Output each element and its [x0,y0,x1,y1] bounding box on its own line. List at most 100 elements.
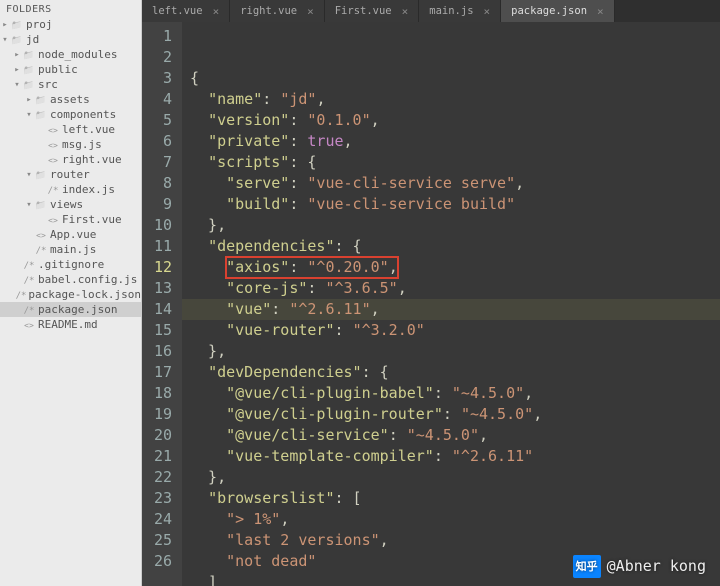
tree-item[interactable]: ▾ jd [0,32,141,47]
tree-label: package-lock.json [26,288,141,301]
tree-item[interactable]: babel.config.js [0,272,141,287]
tree-item[interactable]: ▾router [0,167,141,182]
folder-icon [22,63,36,76]
code-line[interactable]: "vue-router": "^3.2.0" [182,320,720,341]
close-icon[interactable]: × [307,5,314,18]
code-line[interactable]: "name": "jd", [182,89,720,110]
tab[interactable]: main.js × [419,0,501,22]
tree-item[interactable]: ▸proj [0,17,141,32]
token: : [434,447,452,465]
code-line[interactable]: "@vue/cli-plugin-babel": "~4.5.0", [182,383,720,404]
folder-icon [22,78,36,91]
tab[interactable]: right.vue× [230,0,325,22]
code-line[interactable]: "@vue/cli-plugin-router": "~4.5.0", [182,404,720,425]
tree-label: package.json [36,303,117,316]
tab-label: main.js [429,5,473,17]
code-line[interactable]: }, [182,467,720,488]
close-icon[interactable]: × [597,5,604,18]
tree-label: babel.config.js [36,273,137,286]
token: "not dead" [226,552,316,570]
token: "^2.6.11" [452,447,533,465]
close-icon[interactable]: × [402,5,409,18]
code-area[interactable]: { "name": "jd", "version": "0.1.0", "pri… [182,22,720,586]
editor[interactable]: 1234567891011121314151617181920212223242… [142,22,720,586]
tree-item[interactable]: left.vue [0,122,141,137]
code-line[interactable]: "@vue/cli-service": "~4.5.0", [182,425,720,446]
tree-item[interactable]: package-lock.json [0,287,141,302]
file-icon [22,258,36,271]
code-line[interactable]: "last 2 versions", [182,530,720,551]
token: : { [335,237,362,255]
token: { [190,69,199,87]
token: "dependencies" [208,237,334,255]
token: "^3.6.5" [325,279,397,297]
code-line[interactable]: "private": true, [182,131,720,152]
js-icon [46,153,60,166]
tree-arrow-icon: ▾ [0,35,10,45]
token [190,279,226,297]
line-number: 20 [142,425,182,446]
tree-item[interactable]: package.json [0,302,141,317]
folder-icon [34,198,48,211]
tree-item[interactable]: ▾components [0,107,141,122]
tree-item[interactable]: App.vue [0,227,141,242]
tree-item[interactable]: ▾views [0,197,141,212]
line-number: 3 [142,68,182,89]
code-line[interactable]: "scripts": { [182,152,720,173]
token [190,153,208,171]
tree-item[interactable]: .gitignore [0,257,141,272]
code-line[interactable]: "> 1%", [182,509,720,530]
line-number: 23 [142,488,182,509]
line-number: 9 [142,194,182,215]
code-line[interactable]: }, [182,215,720,236]
tree-item[interactable]: ▾src [0,77,141,92]
token: "private" [208,132,289,150]
line-number: 5 [142,110,182,131]
token: : [307,279,325,297]
code-line[interactable]: "vue": "^2.6.11", [182,299,720,320]
token [190,258,226,276]
tree-item[interactable]: ▸node_modules [0,47,141,62]
code-line[interactable]: { [182,68,720,89]
token: , [515,174,524,192]
code-line[interactable]: }, [182,341,720,362]
line-number: 1 [142,26,182,47]
tree-label: index.js [60,183,115,196]
tab[interactable]: package.json× [501,0,614,22]
folder-icon [34,168,48,181]
tab[interactable]: First.vue× [325,0,420,22]
tree-item[interactable]: ▸assets [0,92,141,107]
tree-item[interactable]: main.js [0,242,141,257]
tree-item[interactable]: msg.js [0,137,141,152]
close-icon[interactable]: × [484,5,491,18]
tree-label: README.md [36,318,98,331]
tree-item[interactable]: ▸public [0,62,141,77]
tree-item[interactable]: index.js [0,182,141,197]
line-number: 6 [142,131,182,152]
token: : { [289,153,316,171]
code-line[interactable]: "core-js": "^3.6.5", [182,278,720,299]
code-line[interactable]: "build": "vue-cli-service build" [182,194,720,215]
tree-item[interactable]: README.md [0,317,141,332]
tree-item[interactable]: right.vue [0,152,141,167]
code-line[interactable]: "vue-template-compiler": "^2.6.11" [182,446,720,467]
code-line[interactable]: "serve": "vue-cli-service serve", [182,173,720,194]
tree-item[interactable]: First.vue [0,212,141,227]
code-line[interactable]: "version": "0.1.0", [182,110,720,131]
code-line[interactable]: "dependencies": { [182,236,720,257]
code-line[interactable]: "axios": "^0.20.0", [182,257,720,278]
token: , [533,405,542,423]
close-icon[interactable]: × [213,5,220,18]
code-line[interactable]: "devDependencies": { [182,362,720,383]
token: , [380,531,389,549]
js-icon [46,213,60,226]
tree-label: src [36,78,58,91]
tab[interactable]: left.vue× [142,0,230,22]
tree-arrow-icon: ▾ [24,170,34,180]
tree-label: jd [24,33,39,46]
tree-arrow-icon: ▸ [0,20,10,30]
token: : [289,258,307,276]
tree-label: left.vue [60,123,115,136]
tree-label: First.vue [60,213,122,226]
code-line[interactable]: "browserslist": [ [182,488,720,509]
